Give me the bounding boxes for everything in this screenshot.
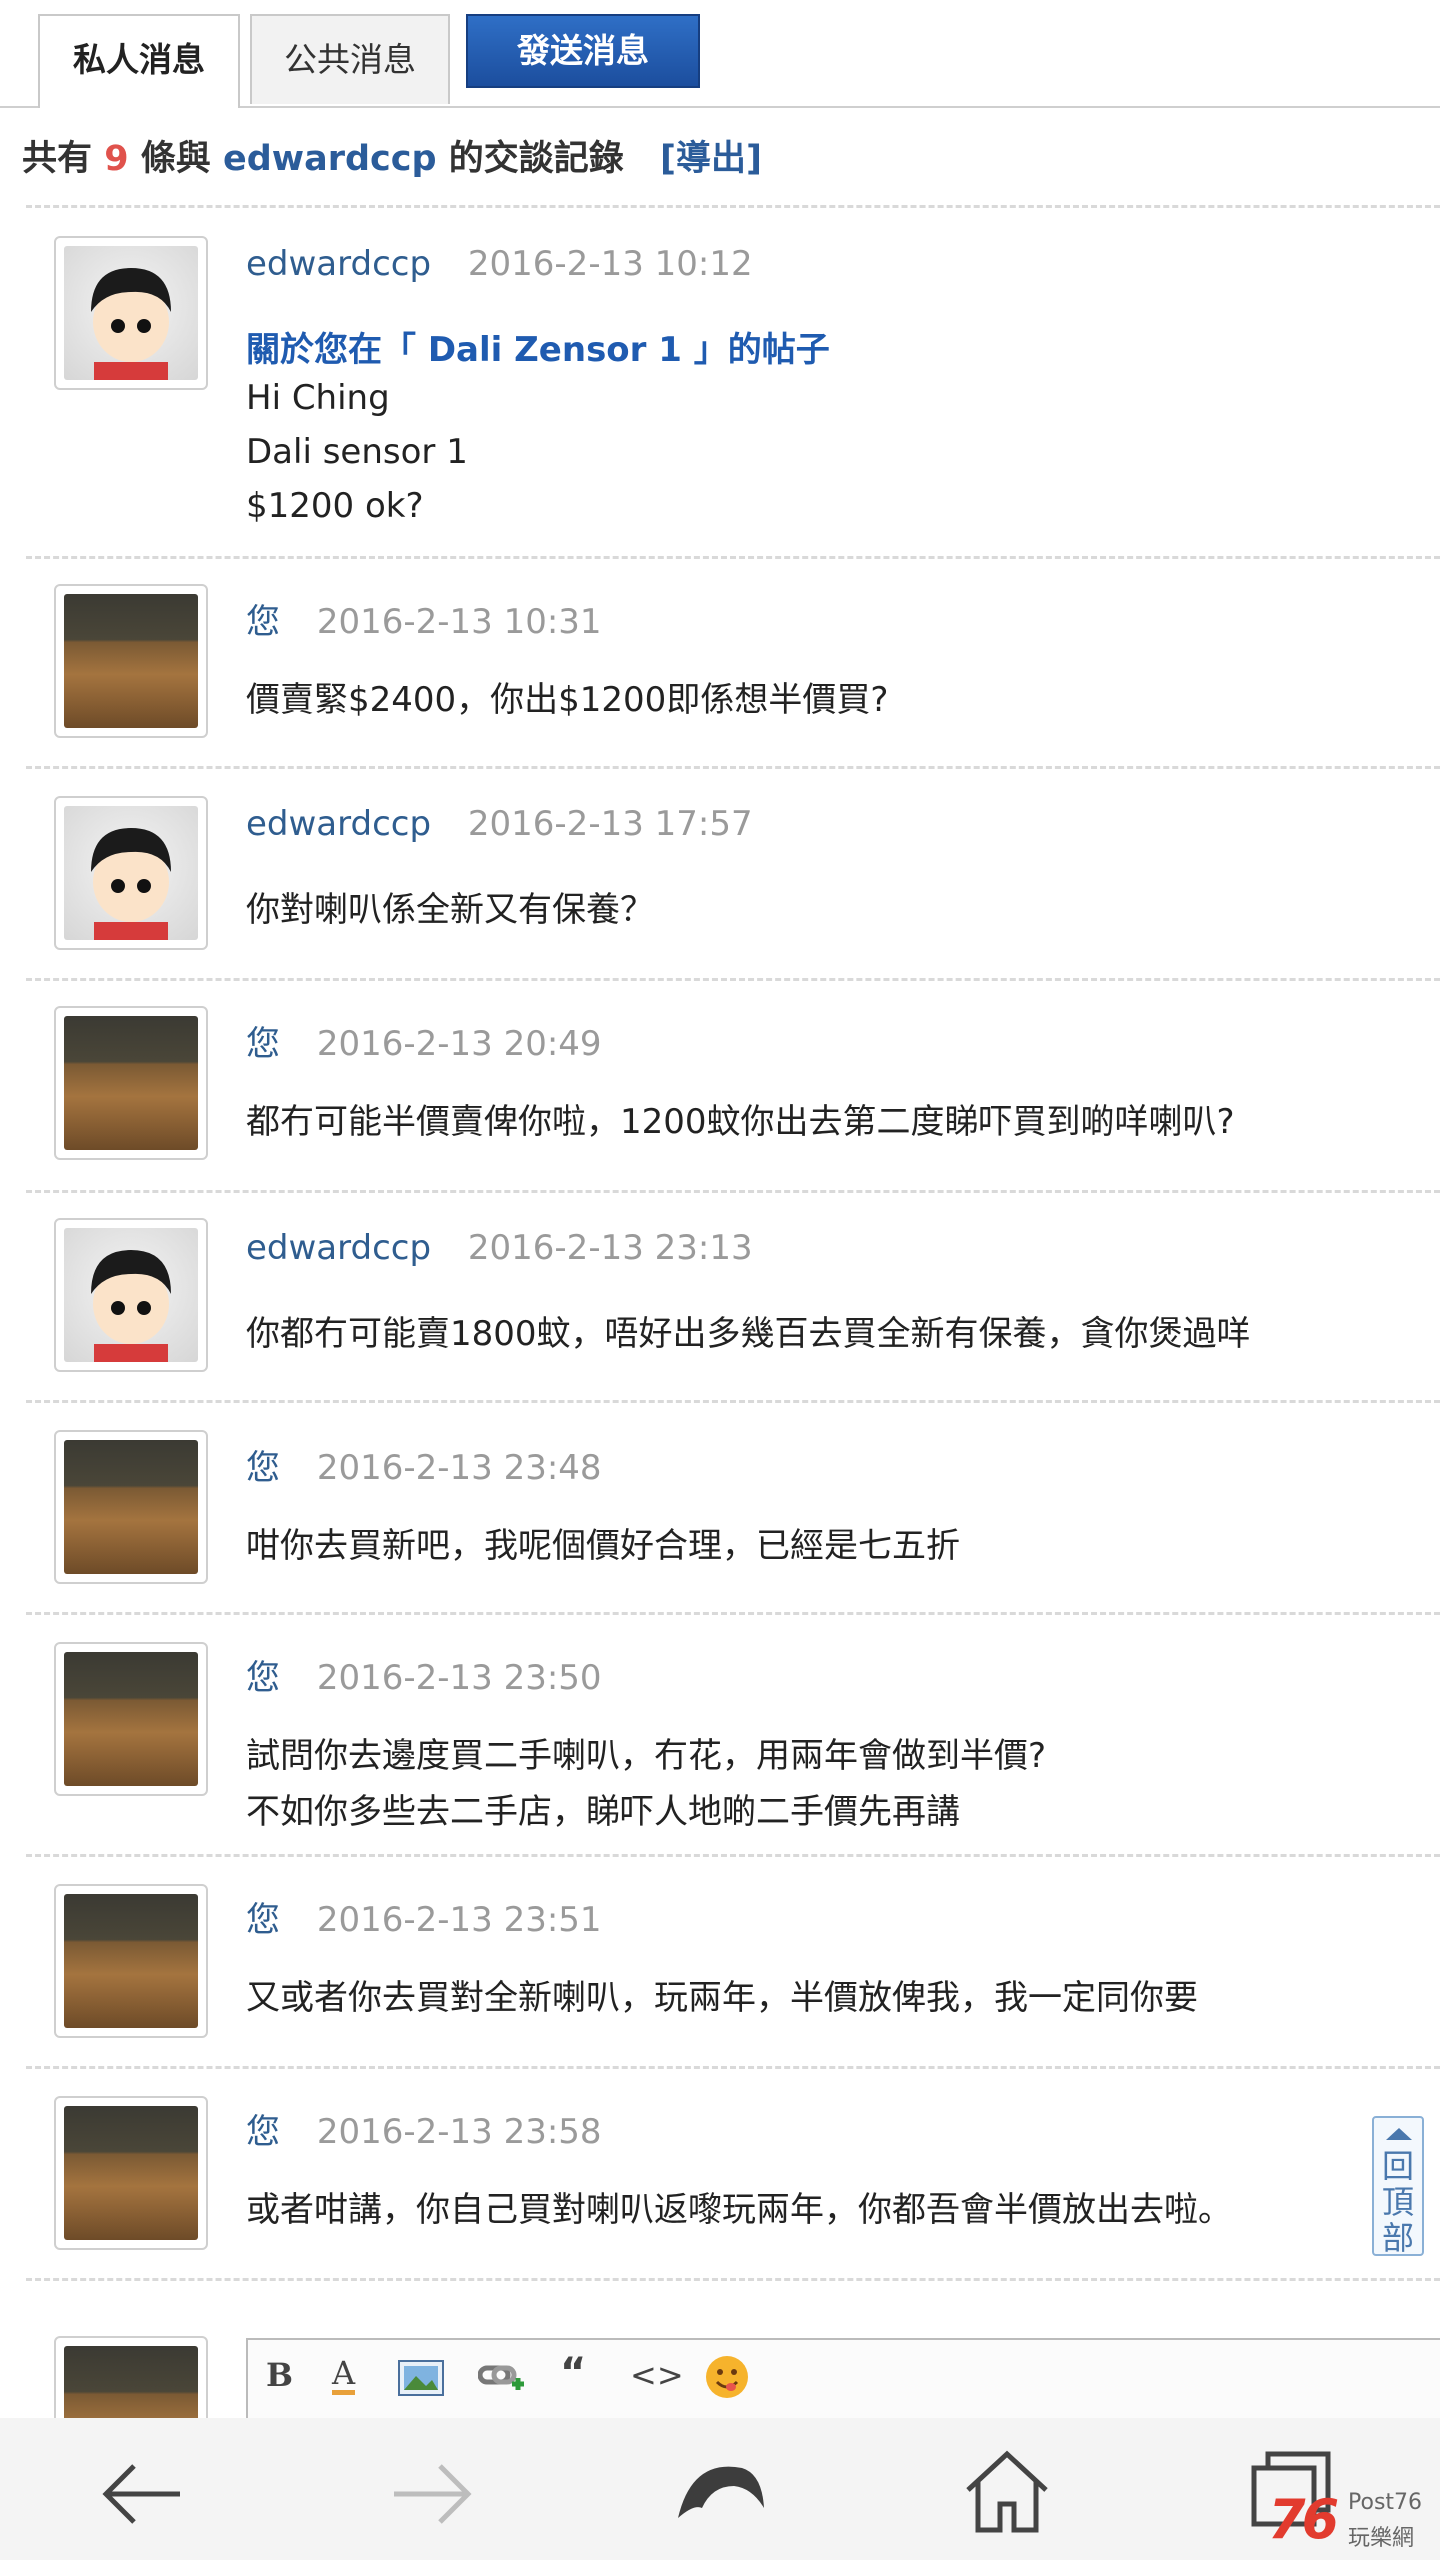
avatar[interactable] — [54, 2096, 208, 2250]
sender-link[interactable]: 您 — [246, 602, 280, 642]
speaker-avatar-image — [64, 1894, 198, 2028]
timestamp: 2016-2-13 23:50 — [316, 1658, 602, 1698]
tab-public[interactable]: 公共消息 — [250, 14, 450, 104]
back-to-top-button[interactable]: 回頂部 — [1372, 2116, 1424, 2256]
timestamp: 2016-2-13 23:48 — [316, 1448, 602, 1488]
sender-link[interactable]: edwardccp — [246, 244, 431, 284]
speaker-avatar-image — [64, 594, 198, 728]
divider — [26, 1854, 1440, 1857]
timestamp: 2016-2-13 10:12 — [467, 244, 753, 284]
avatar[interactable] — [54, 1218, 208, 1372]
speaker-avatar-image — [64, 1016, 198, 1150]
bold-button[interactable]: B — [266, 2356, 293, 2394]
sender-link[interactable]: edwardccp — [246, 1228, 431, 1268]
avatar[interactable] — [54, 584, 208, 738]
forward-arrow-icon[interactable] — [390, 2458, 474, 2534]
timestamp: 2016-2-13 20:49 — [316, 1024, 602, 1064]
divider — [26, 2278, 1440, 2281]
message-text: 你都冇可能賣1800蚊，唔好出多幾百去買全新有保養，貪你煲過咩 — [246, 1314, 1251, 1354]
message-meta: 您 2016-2-13 10:31 — [246, 594, 602, 643]
divider — [26, 556, 1440, 559]
home-icon[interactable] — [962, 2448, 1052, 2540]
send-message-button[interactable]: 發送消息 — [466, 14, 700, 88]
logo-cn: 玩樂網 — [1348, 2526, 1415, 2551]
timestamp: 2016-2-13 10:31 — [316, 602, 602, 642]
summary-suffix: 的交談記錄 — [448, 139, 624, 179]
post76-logo: 76 Post76 玩樂網 — [1268, 2486, 1428, 2556]
message-text: 又或者你去買對全新喇叭，玩兩年，半價放俾我，我一定同你要 — [246, 1978, 1198, 2018]
summary-middle: 條與 — [140, 139, 211, 179]
logo-brand: Post76 — [1348, 2490, 1423, 2515]
divider — [26, 1400, 1440, 1403]
back-to-top-label: 回頂部 — [1381, 2147, 1414, 2257]
boy-avatar-icon — [91, 268, 171, 380]
message-text: 或者咁講，你自己買對喇叭返嚟玩兩年，你都吾會半價放出去啦。 — [246, 2190, 1232, 2230]
divider — [26, 205, 1440, 208]
message-meta: edwardccp 2016-2-13 17:57 — [246, 804, 753, 844]
back-arrow-icon[interactable] — [100, 2458, 184, 2534]
browser-toolbar — [0, 2418, 1440, 2560]
message-text: 試問你去邊度買二手喇叭，冇花，用兩年會做到半價? — [246, 1736, 1047, 1776]
avatar[interactable] — [54, 1430, 208, 1584]
link-icon[interactable] — [477, 2362, 528, 2404]
message-text: Hi Ching — [246, 378, 390, 418]
avatar[interactable] — [54, 1006, 208, 1160]
message-text: 你對喇叭係全新又有保養？ — [246, 890, 654, 930]
divider — [26, 766, 1440, 769]
sender-link[interactable]: 您 — [246, 1448, 280, 1488]
quote-button[interactable]: “ — [560, 2350, 586, 2396]
tab-private[interactable]: 私人消息 — [38, 14, 240, 108]
logo-number: 76 — [1268, 2488, 1339, 2551]
message-tabs: 私人消息 公共消息 發送消息 — [0, 0, 1440, 108]
export-link[interactable]: [導出] — [660, 139, 762, 179]
timestamp: 2016-2-13 23:51 — [316, 1900, 602, 1940]
summary-prefix: 共有 — [22, 139, 93, 179]
message-meta: 您 2016-2-13 23:51 — [246, 1892, 602, 1941]
avatar[interactable] — [54, 796, 208, 950]
timestamp: 2016-2-13 23:58 — [316, 2112, 602, 2152]
image-icon[interactable] — [398, 2360, 444, 2404]
avatar[interactable] — [54, 236, 208, 390]
conversation-user-link[interactable]: edwardccp — [223, 139, 437, 179]
sender-link[interactable]: 您 — [246, 1024, 280, 1064]
avatar[interactable] — [54, 1884, 208, 2038]
divider — [26, 1190, 1440, 1193]
message-meta: 您 2016-2-13 23:50 — [246, 1650, 602, 1699]
up-arrow-icon — [1386, 2128, 1412, 2140]
message-meta: 您 2016-2-13 23:58 — [246, 2104, 602, 2153]
dolphin-icon[interactable] — [672, 2448, 768, 2542]
message-text: Dali sensor 1 — [246, 432, 468, 472]
conversation-summary: 共有 9 條與 edwardccp 的交談記錄 [導出] — [22, 130, 762, 181]
sender-link[interactable]: edwardccp — [246, 804, 431, 844]
boy-avatar-icon — [91, 828, 171, 940]
boy-avatar-icon — [91, 1250, 171, 1362]
timestamp: 2016-2-13 23:13 — [467, 1228, 753, 1268]
sender-link[interactable]: 您 — [246, 1658, 280, 1698]
message-text: $1200 ok? — [246, 486, 424, 526]
message-meta: edwardccp 2016-2-13 23:13 — [246, 1228, 753, 1268]
message-text: 都冇可能半價賣俾你啦，1200蚊你出去第二度睇吓買到啲咩喇叭? — [246, 1102, 1235, 1142]
message-meta: 您 2016-2-13 23:48 — [246, 1440, 602, 1489]
avatar[interactable] — [54, 1642, 208, 1796]
code-button[interactable]: <> — [630, 2356, 684, 2394]
message-text: 不如你多些去二手店，睇吓人地啲二手價先再講 — [246, 1792, 960, 1832]
message-subject-link[interactable]: 關於您在「 Dali Zensor 1 」的帖子 — [246, 322, 830, 371]
message-meta: edwardccp 2016-2-13 10:12 — [246, 244, 753, 284]
sender-link[interactable]: 您 — [246, 2112, 280, 2152]
message-text: 價賣緊$2400，你出$1200即係想半價買? — [246, 680, 889, 720]
speaker-avatar-image — [64, 2106, 198, 2240]
speaker-avatar-image — [64, 1652, 198, 1786]
divider — [26, 978, 1440, 981]
divider — [26, 1612, 1440, 1615]
emoji-icon[interactable] — [704, 2354, 750, 2408]
message-count: 9 — [104, 139, 129, 179]
message-text: 咁你去買新吧，我呢個價好合理，已經是七五折 — [246, 1526, 960, 1566]
sender-link[interactable]: 您 — [246, 1900, 280, 1940]
divider — [26, 2066, 1440, 2069]
timestamp: 2016-2-13 17:57 — [467, 804, 753, 844]
message-meta: 您 2016-2-13 20:49 — [246, 1016, 602, 1065]
speaker-avatar-image — [64, 1440, 198, 1574]
font-color-button[interactable]: A — [332, 2356, 356, 2395]
